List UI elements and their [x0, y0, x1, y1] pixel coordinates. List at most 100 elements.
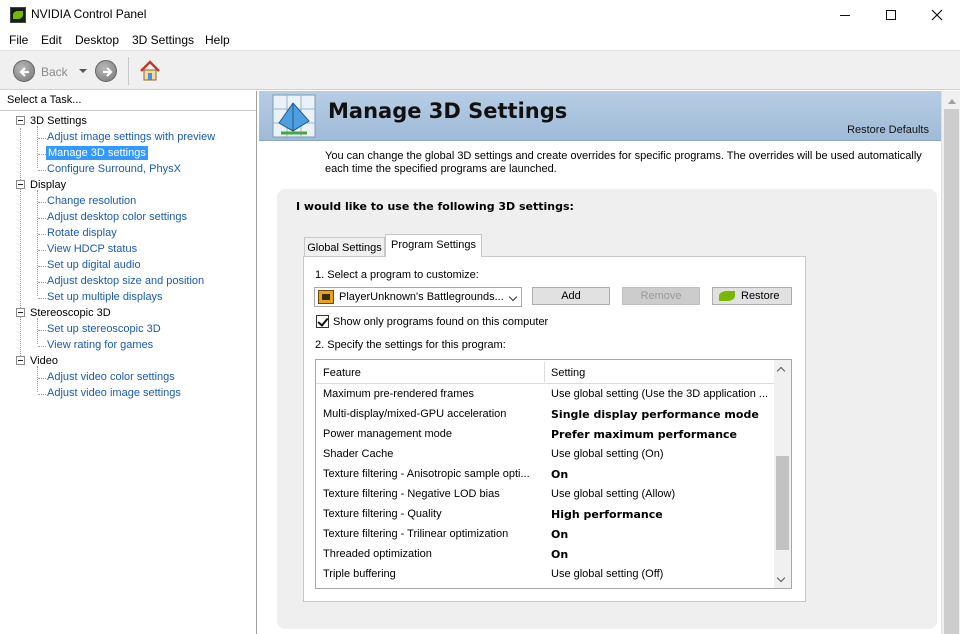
- setting-cell[interactable]: Use global setting (Allow): [551, 488, 771, 500]
- content-scroll-thumb[interactable]: [944, 109, 959, 634]
- task-link[interactable]: Change resolution: [47, 195, 136, 207]
- settings-row[interactable]: Texture filtering - Anisotropic sample o…: [316, 465, 774, 485]
- menu-file[interactable]: File: [9, 33, 28, 47]
- setting-cell[interactable]: On: [551, 468, 771, 481]
- settings-row[interactable]: Texture filtering - Quality High performa…: [316, 505, 774, 525]
- task-link[interactable]: Adjust desktop size and position: [47, 275, 204, 287]
- settings-row[interactable]: Threaded optimization On: [316, 545, 774, 565]
- settings-row[interactable]: Triple buffering Use global setting (Off): [316, 565, 774, 585]
- setting-cell[interactable]: Use global setting (Use the 3D applicati…: [551, 388, 771, 400]
- task-link[interactable]: Set up stereoscopic 3D: [47, 323, 161, 335]
- task-adjust-desktop-color[interactable]: Adjust desktop color settings: [0, 209, 256, 225]
- restore-program-button[interactable]: Restore: [712, 287, 792, 305]
- setting-column-header[interactable]: Setting: [551, 367, 585, 379]
- task-link-selected[interactable]: Manage 3D settings: [46, 146, 148, 160]
- content-scrollbar[interactable]: [941, 91, 960, 634]
- task-digital-audio[interactable]: Set up digital audio: [0, 257, 256, 273]
- task-link[interactable]: Configure Surround, PhysX: [47, 163, 181, 175]
- tab-program-settings[interactable]: Program Settings: [385, 234, 482, 257]
- task-rotate-display[interactable]: Rotate display: [0, 225, 256, 241]
- show-only-checkbox[interactable]: [316, 315, 329, 328]
- maximize-icon: [886, 10, 896, 20]
- settings-row[interactable]: Shader Cache Use global setting (On): [316, 445, 774, 465]
- task-view-hdcp[interactable]: View HDCP status: [0, 241, 256, 257]
- grid-header: Feature Setting: [316, 360, 774, 384]
- tab-global-settings[interactable]: Global Settings: [304, 237, 385, 257]
- settings-row[interactable]: Texture filtering - Negative LOD bias Use…: [316, 485, 774, 505]
- settings-row[interactable]: Texture filtering - Trilinear optimizati…: [316, 525, 774, 545]
- maximize-button[interactable]: [868, 0, 914, 30]
- feature-cell: Shader Cache: [323, 448, 394, 460]
- task-link[interactable]: Set up multiple displays: [47, 291, 163, 303]
- task-link[interactable]: Set up digital audio: [47, 259, 141, 271]
- collapse-icon[interactable]: [16, 308, 25, 317]
- task-link[interactable]: Rotate display: [47, 227, 117, 239]
- menu-3d-settings[interactable]: 3D Settings: [132, 33, 194, 47]
- program-select[interactable]: PlayerUnknown's Battlegrounds...: [314, 287, 522, 307]
- restore-defaults-link[interactable]: Restore Defaults: [847, 124, 929, 136]
- column-divider[interactable]: [544, 362, 545, 382]
- close-button[interactable]: [914, 0, 960, 30]
- collapse-icon[interactable]: [16, 356, 25, 365]
- collapse-icon[interactable]: [16, 116, 25, 125]
- tree-line: [38, 218, 46, 219]
- tree-line: [38, 266, 46, 267]
- home-icon[interactable]: [138, 59, 162, 83]
- task-change-resolution[interactable]: Change resolution: [0, 193, 256, 209]
- feature-cell: Maximum pre-rendered frames: [323, 388, 474, 400]
- task-video-color[interactable]: Adjust video color settings: [0, 369, 256, 385]
- task-setup-stereoscopic[interactable]: Set up stereoscopic 3D: [0, 321, 256, 337]
- restore-label: Restore: [741, 290, 780, 302]
- task-multiple-displays[interactable]: Set up multiple displays: [0, 289, 256, 305]
- menu-help[interactable]: Help: [205, 33, 230, 47]
- menu-edit[interactable]: Edit: [41, 33, 62, 47]
- back-button[interactable]: [13, 60, 35, 82]
- setting-cell[interactable]: On: [551, 548, 771, 561]
- forward-button[interactable]: [95, 60, 117, 82]
- setting-cell[interactable]: Prefer maximum performance: [551, 428, 771, 441]
- back-label[interactable]: Back: [41, 65, 68, 79]
- task-link[interactable]: Adjust video color settings: [47, 371, 175, 383]
- section-heading: I would like to use the following 3D set…: [296, 200, 574, 213]
- nvidia-app-icon: [10, 7, 26, 23]
- back-dropdown-icon[interactable]: [79, 69, 87, 73]
- grid-scrollbar[interactable]: [774, 360, 791, 588]
- task-link[interactable]: Adjust video image settings: [47, 387, 181, 399]
- add-program-button[interactable]: Add: [532, 287, 610, 305]
- menu-bar: File Edit Desktop 3D Settings Help: [0, 30, 960, 50]
- feature-column-header[interactable]: Feature: [323, 367, 361, 379]
- tree-line: [38, 170, 46, 171]
- grid-scroll-thumb[interactable]: [776, 456, 789, 550]
- task-link[interactable]: Adjust image settings with preview: [47, 131, 215, 143]
- minimize-button[interactable]: [822, 0, 868, 30]
- collapse-icon[interactable]: [16, 180, 25, 189]
- task-link[interactable]: View rating for games: [47, 339, 153, 351]
- remove-program-button[interactable]: Remove: [622, 287, 700, 305]
- setting-cell[interactable]: Use global setting (Off): [551, 568, 771, 580]
- settings-row[interactable]: Multi-display/mixed-GPU acceleration Sing…: [316, 405, 774, 425]
- task-adjust-image-settings[interactable]: Adjust image settings with preview: [0, 129, 256, 145]
- task-view-rating[interactable]: View rating for games: [0, 337, 256, 353]
- task-video-image[interactable]: Adjust video image settings: [0, 385, 256, 401]
- scroll-up-icon[interactable]: [948, 99, 956, 104]
- scroll-down-icon[interactable]: [776, 573, 786, 583]
- task-link[interactable]: View HDCP status: [47, 243, 137, 255]
- task-configure-surround[interactable]: Configure Surround, PhysX: [0, 161, 256, 177]
- setting-cell[interactable]: Use global setting (On): [551, 448, 771, 460]
- settings-row[interactable]: Maximum pre-rendered frames Use global se…: [316, 385, 774, 405]
- setting-cell[interactable]: Single display performance mode: [551, 408, 771, 421]
- task-manage-3d-settings[interactable]: Manage 3D settings: [0, 145, 256, 161]
- setting-cell[interactable]: On: [551, 528, 771, 541]
- window-title: NVIDIA Control Panel: [31, 7, 147, 21]
- step1-label: 1. Select a program to customize:: [315, 269, 479, 281]
- scroll-up-icon[interactable]: [776, 366, 786, 376]
- task-desktop-size-position[interactable]: Adjust desktop size and position: [0, 273, 256, 289]
- show-only-label[interactable]: Show only programs found on this compute…: [333, 316, 548, 328]
- feature-cell: Texture filtering - Anisotropic sample o…: [323, 468, 530, 480]
- task-pane: Select a Task... 3D Settings Adjust imag…: [0, 91, 257, 634]
- task-link[interactable]: Adjust desktop color settings: [47, 211, 187, 223]
- tree-line: [38, 394, 46, 395]
- menu-desktop[interactable]: Desktop: [75, 33, 119, 47]
- settings-row[interactable]: Power management mode Prefer maximum perf…: [316, 425, 774, 445]
- setting-cell[interactable]: High performance: [551, 508, 771, 521]
